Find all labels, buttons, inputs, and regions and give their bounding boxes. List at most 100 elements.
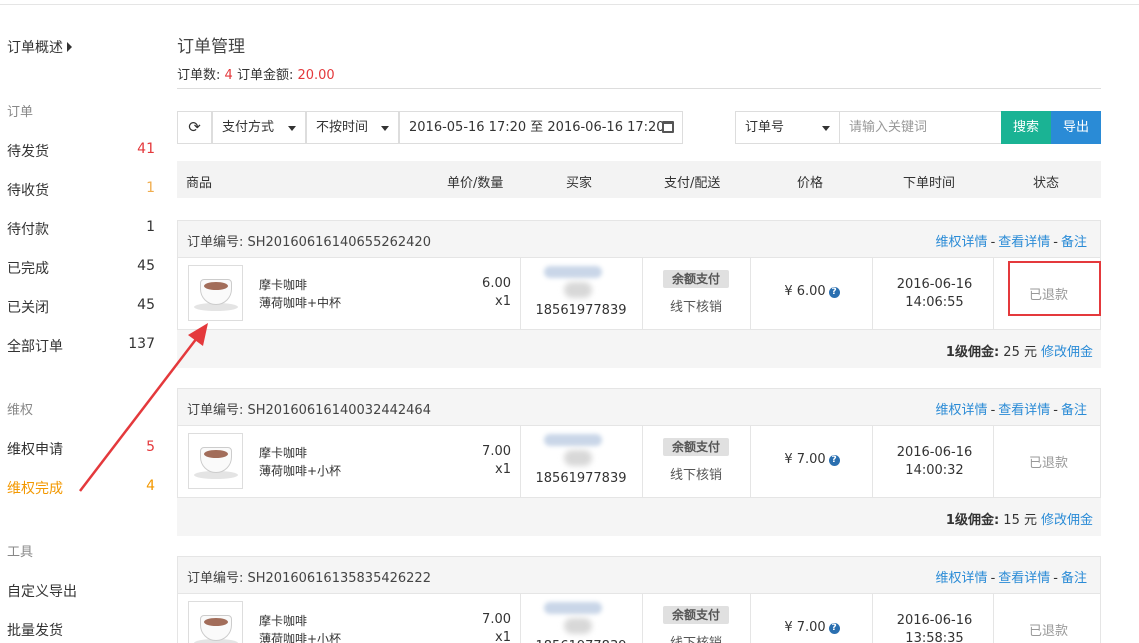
note-link[interactable]: 备注 xyxy=(1061,571,1087,586)
note-link[interactable]: 备注 xyxy=(1061,403,1087,418)
sidebar-item-count: 45 xyxy=(137,258,155,274)
order-price: ¥ 7.00? xyxy=(750,452,874,467)
sidebar-item-batch-ship[interactable]: 批量发货 xyxy=(7,620,157,643)
sidebar-overview-label: 订单概述 xyxy=(7,40,63,56)
note-link[interactable]: 备注 xyxy=(1061,235,1087,250)
order-row: 摩卡咖啡 薄荷咖啡+中杯 6.00 x1 18561977839 余额支付 线下… xyxy=(177,257,1101,330)
edit-commission-link[interactable]: 修改佣金 xyxy=(1041,345,1093,360)
price-value: ¥ 7.00 xyxy=(784,620,826,635)
order-status: 已退款 xyxy=(1028,624,1068,639)
sidebar-item-rights-done[interactable]: 维权完成 4 xyxy=(7,478,157,502)
page-title: 订单管理 xyxy=(177,37,245,57)
sidebar-item-label: 维权完成 xyxy=(7,481,63,497)
quantity: x1 xyxy=(495,462,511,477)
sidebar-item-pending-pay[interactable]: 待付款 1 xyxy=(7,219,157,243)
sidebar-item-count: 4 xyxy=(146,478,155,494)
sidebar-item-completed[interactable]: 已完成 45 xyxy=(7,258,157,282)
order-date: 2016-06-16 xyxy=(896,445,973,460)
edit-commission-link[interactable]: 修改佣金 xyxy=(1041,513,1093,528)
order-footer: 1级佣金: 25 元修改佣金 xyxy=(177,330,1101,368)
help-icon[interactable]: ? xyxy=(828,287,840,298)
order-actions: 维权详情 - 查看详情 - 备注 xyxy=(936,231,1087,250)
caret-right-icon xyxy=(67,42,72,52)
date-range-picker[interactable]: 2016-05-16 17:20 至 2016-06-16 17:20 xyxy=(399,111,683,144)
table-header: 商品 单价/数量 买家 支付/配送 价格 下单时间 状态 xyxy=(177,161,1101,198)
sidebar-group-orders: 订单 xyxy=(7,105,34,120)
view-detail-link[interactable]: 查看详情 xyxy=(998,571,1050,586)
order-price: ¥ 7.00? xyxy=(750,620,874,635)
quantity: x1 xyxy=(495,294,511,309)
sidebar-item-all-orders[interactable]: 全部订单 137 xyxy=(7,336,157,360)
refresh-button[interactable]: ⟳ xyxy=(177,111,212,144)
sidebar-item-closed[interactable]: 已关闭 45 xyxy=(7,297,157,321)
product-thumbnail[interactable] xyxy=(188,601,243,643)
payment-method-select[interactable]: 支付方式 xyxy=(212,111,306,144)
divider xyxy=(177,88,1101,89)
cell-divider xyxy=(872,426,873,497)
delivery-method: 线下核销 xyxy=(669,468,722,483)
order-row: 摩卡咖啡 薄荷咖啡+小杯 7.00 x1 18561977839 余额支付 线下… xyxy=(177,425,1101,498)
help-icon[interactable]: ? xyxy=(828,623,840,634)
status-highlight-box xyxy=(1008,261,1101,316)
sidebar-item-pending-receive[interactable]: 待收货 1 xyxy=(7,180,157,204)
order-number: 订单编号: SH20160616140032442464 xyxy=(187,403,431,418)
payment-badge: 余额支付 xyxy=(663,438,729,456)
cell-divider xyxy=(642,258,643,329)
order-header: 订单编号: SH20160616135835426222 维权详情 - 查看详情 - 备… xyxy=(177,556,1101,594)
sidebar-item-pending-ship[interactable]: 待发货 41 xyxy=(7,141,157,165)
view-detail-link[interactable]: 查看详情 xyxy=(998,403,1050,418)
buyer-phone: 18561977839 xyxy=(535,471,627,486)
quantity: x1 xyxy=(495,630,511,643)
commission-value: 15 元 xyxy=(1003,513,1037,528)
cell-divider xyxy=(642,426,643,497)
cell-divider xyxy=(520,258,521,329)
product-name: 摩卡咖啡 xyxy=(259,614,308,628)
sidebar-group-rights: 维权 xyxy=(7,403,34,418)
unit-price: 6.00 xyxy=(482,276,511,291)
product-thumbnail[interactable] xyxy=(188,265,243,321)
sidebar-item-rights-apply[interactable]: 维权申请 5 xyxy=(7,439,157,463)
search-input[interactable]: 请输入关键词 xyxy=(839,111,1002,144)
order-actions: 维权详情 - 查看详情 - 备注 xyxy=(936,567,1087,586)
price-value: ¥ 6.00 xyxy=(784,284,826,299)
buyer-phone: 18561977839 xyxy=(535,303,627,318)
product-thumbnail[interactable] xyxy=(188,433,243,489)
time-filter-select[interactable]: 不按时间 xyxy=(306,111,399,144)
chevron-down-icon xyxy=(822,126,830,131)
cell-divider xyxy=(993,594,994,643)
payment-badge: 余额支付 xyxy=(663,270,729,288)
commission-info: 1级佣金: 15 元修改佣金 xyxy=(946,509,1093,528)
delivery-method: 线下核销 xyxy=(669,300,722,315)
sidebar-item-count: 137 xyxy=(128,336,155,352)
order-amount: 20.00 xyxy=(297,68,335,83)
order-clock: 14:06:55 xyxy=(905,295,964,310)
sidebar-item-custom-export[interactable]: 自定义导出 xyxy=(7,581,157,605)
col-order-time: 下单时间 xyxy=(903,176,956,191)
col-buyer: 买家 xyxy=(566,176,593,191)
link-separator: - xyxy=(1053,571,1058,586)
buyer-name-blurred xyxy=(544,432,614,466)
order-status: 已退款 xyxy=(1028,456,1068,471)
coffee-surface xyxy=(204,282,228,290)
rights-detail-link[interactable]: 维权详情 xyxy=(936,571,988,586)
order-date: 2016-06-16 xyxy=(896,613,973,628)
price-value: ¥ 7.00 xyxy=(784,452,826,467)
product-spec: 薄荷咖啡+小杯 xyxy=(259,464,342,478)
order-footer: 1级佣金: 15 元修改佣金 xyxy=(177,498,1101,536)
search-button[interactable]: 搜索 xyxy=(1001,111,1051,144)
order-price: ¥ 6.00? xyxy=(750,284,874,299)
export-button[interactable]: 导出 xyxy=(1051,111,1101,144)
rights-detail-link[interactable]: 维权详情 xyxy=(936,235,988,250)
sidebar-overview[interactable]: 订单概述 xyxy=(7,37,72,57)
refresh-icon: ⟳ xyxy=(188,118,201,136)
buyer-name-blurred xyxy=(544,264,614,298)
payment-badge: 余额支付 xyxy=(663,606,729,624)
link-separator: - xyxy=(1053,235,1058,250)
order-header: 订单编号: SH20160616140032442464 维权详情 - 查看详情 - 备… xyxy=(177,388,1101,426)
coffee-surface xyxy=(204,618,228,626)
cell-divider xyxy=(520,594,521,643)
rights-detail-link[interactable]: 维权详情 xyxy=(936,403,988,418)
help-icon[interactable]: ? xyxy=(828,455,840,466)
search-field-select[interactable]: 订单号 xyxy=(735,111,840,144)
view-detail-link[interactable]: 查看详情 xyxy=(998,235,1050,250)
